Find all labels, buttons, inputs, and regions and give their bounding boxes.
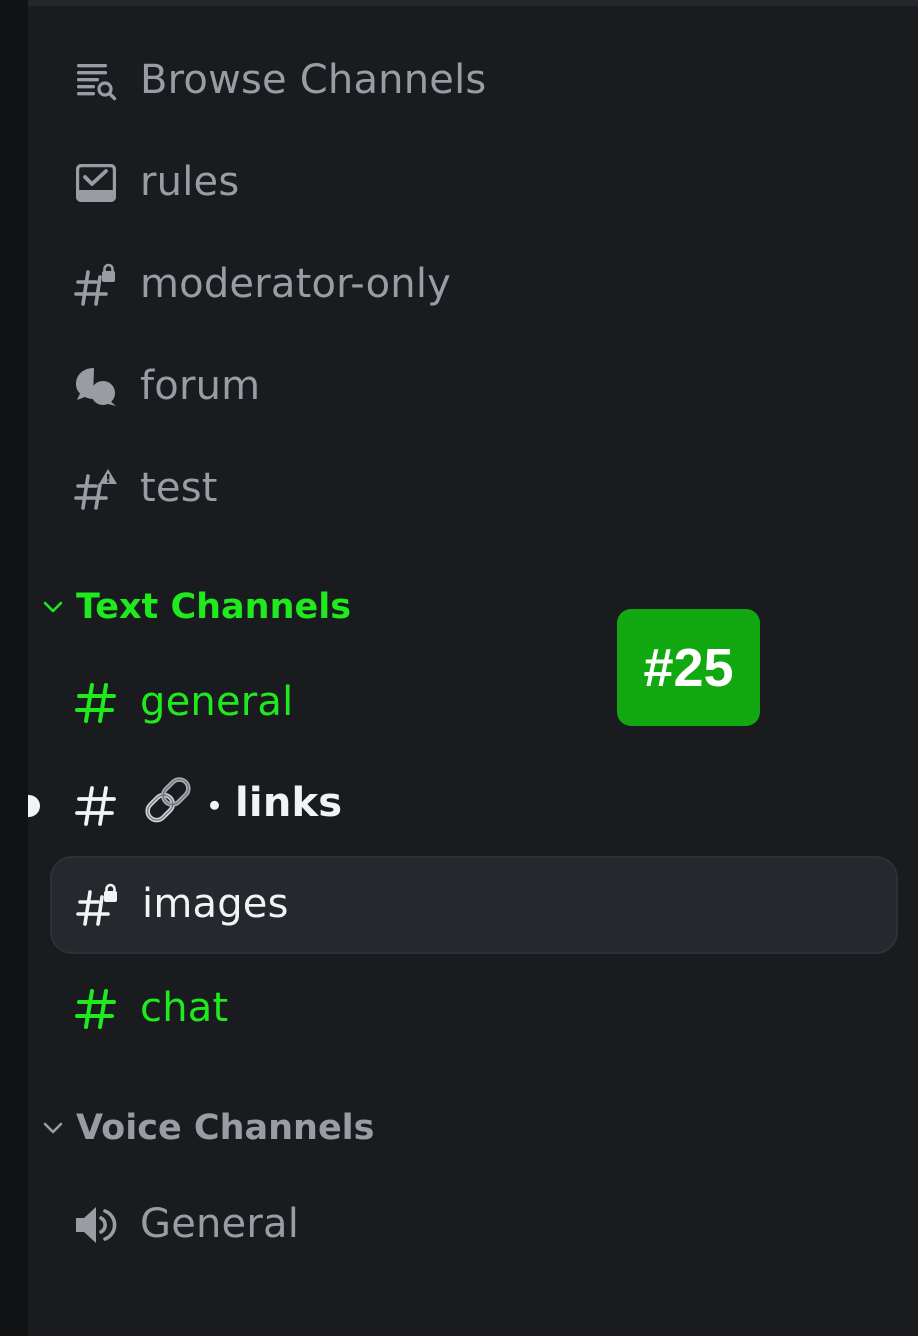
chevron-down-icon <box>40 1115 66 1141</box>
channel-moderator-only-label: moderator-only <box>140 261 452 308</box>
hashtag-icon <box>74 987 118 1031</box>
category-text-channels-label: Text Channels <box>76 587 352 627</box>
channel-list: Browse Channels rules moderator-only for… <box>28 0 918 1336</box>
annotation-badge: #25 <box>617 609 760 726</box>
channel-test-label: test <box>140 465 218 512</box>
browse-channels-icon <box>74 59 118 103</box>
speaker-icon <box>74 1203 118 1247</box>
channel-sidebar-screen: Browse Channels rules moderator-only for… <box>0 0 918 1336</box>
category-text-channels[interactable]: Text Channels <box>40 577 351 637</box>
voice-channel-general[interactable]: General <box>50 1176 876 1274</box>
channel-chat[interactable]: chat <box>50 960 876 1058</box>
channel-chat-label: chat <box>140 985 229 1032</box>
channel-moderator-only[interactable]: moderator-only <box>50 236 876 334</box>
channel-links[interactable]: links <box>50 757 876 855</box>
browse-channels-item[interactable]: Browse Channels <box>50 32 876 130</box>
voice-channel-general-label: General <box>140 1201 300 1248</box>
channel-forum[interactable]: forum <box>50 338 876 436</box>
browse-channels-label: Browse Channels <box>140 57 487 104</box>
separator-dot <box>210 800 219 810</box>
server-rail-edge <box>0 0 28 1336</box>
channel-links-label-wrap: links <box>140 774 342 836</box>
hashtag-warning-icon <box>74 467 118 511</box>
category-voice-channels[interactable]: Voice Channels <box>40 1098 375 1158</box>
forum-icon <box>74 365 118 409</box>
link-emoji-icon <box>140 774 196 836</box>
hashtag-icon <box>74 681 118 725</box>
channel-images[interactable]: images <box>50 856 898 954</box>
hashtag-lock-icon <box>76 883 120 927</box>
chevron-down-icon <box>40 594 66 620</box>
channel-forum-label: forum <box>140 363 261 410</box>
channel-rules[interactable]: rules <box>50 134 876 232</box>
category-voice-channels-label: Voice Channels <box>76 1108 375 1148</box>
channel-general-label: general <box>140 679 294 726</box>
channel-rules-label: rules <box>140 159 240 206</box>
rules-icon <box>74 161 118 205</box>
channel-links-label: links <box>235 779 343 826</box>
hashtag-lock-icon <box>74 263 118 307</box>
channel-test[interactable]: test <box>50 440 876 538</box>
hashtag-icon <box>74 784 118 828</box>
channel-images-label: images <box>142 881 289 928</box>
